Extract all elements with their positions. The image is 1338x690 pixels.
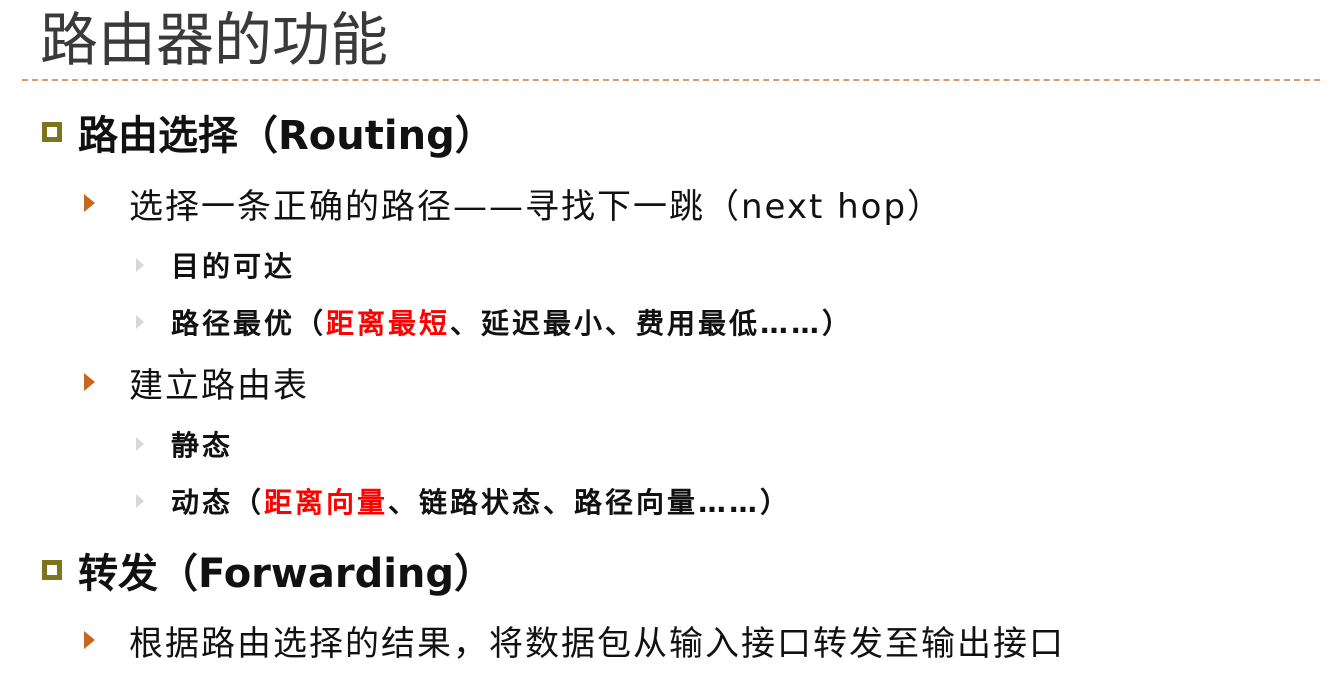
sub-list-item-text: 路径最优（距离最短、延迟最小、费用最低……） [171,302,853,342]
sub-list-item-text: 动态（距离向量、链路状态、路径向量……） [171,481,791,521]
square-bullet-icon [42,560,62,580]
sub-list-item-text: 目的可达 [171,250,296,283]
list-item: 选择一条正确的路径——寻找下一跳（next hop） [84,179,943,227]
slide-title: 路由器的功能 [40,6,389,74]
list-item: 建立路由表 [84,358,309,406]
sub-list-item: 静态 [136,424,233,464]
highlight-text: 距离最短 [326,307,451,340]
text-prefix: 动态（ [171,486,265,519]
square-bullet-icon [42,122,62,142]
list-item-text: 建立路由表 [129,365,309,406]
section-heading: 路由选择（Routing） [78,113,495,159]
list-item: 根据路由选择的结果，将数据包从输入接口转发至输出接口 [84,616,1065,664]
sub-list-item: 路径最优（距离最短、延迟最小、费用最低……） [136,302,853,342]
section-forwarding: 转发（Forwarding） [42,542,494,598]
triangle-bullet-icon [84,194,95,212]
list-item-text: 根据路由选择的结果，将数据包从输入接口转发至输出接口 [129,623,1065,664]
sub-list-item-text: 静态 [171,429,234,462]
highlight-text: 距离向量 [264,486,389,519]
triangle-bullet-icon [136,258,144,272]
triangle-bullet-icon [136,315,144,329]
sub-list-item: 目的可达 [136,245,295,285]
title-divider [22,79,1320,81]
triangle-bullet-icon [84,631,95,649]
list-item-text: 选择一条正确的路径——寻找下一跳（next hop） [129,186,944,227]
triangle-bullet-icon [84,373,95,391]
text-prefix: 路径最优（ [171,307,327,340]
triangle-bullet-icon [136,494,144,508]
text-suffix: 、链路状态、路径向量……） [388,486,792,519]
section-heading: 转发（Forwarding） [78,551,495,597]
text-suffix: 、延迟最小、费用最低……） [450,307,854,340]
triangle-bullet-icon [136,437,144,451]
sub-list-item: 动态（距离向量、链路状态、路径向量……） [136,481,791,521]
section-routing: 路由选择（Routing） [42,104,495,160]
